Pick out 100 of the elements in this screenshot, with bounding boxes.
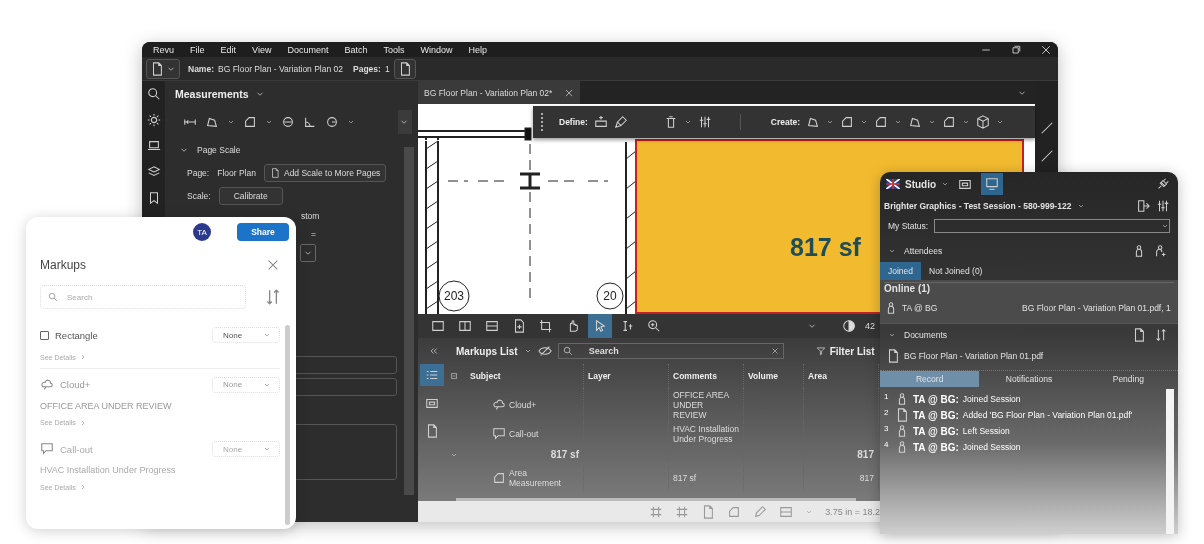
add-document-icon[interactable] [1132,328,1146,342]
scrollbar[interactable] [1166,389,1174,534]
file-menu-button[interactable] [146,58,180,79]
add-person-icon[interactable] [1154,244,1168,258]
diameter-tool-icon[interactable] [281,115,295,129]
caret-icon[interactable] [962,118,971,126]
panel-title[interactable]: Measurements [175,88,249,100]
filter-button[interactable]: Filter List [809,344,881,358]
caret-icon[interactable] [996,118,1005,126]
section-title: Page Scale [197,145,241,155]
menu-item[interactable]: View [247,44,283,55]
record-tab[interactable]: Pending [1078,371,1178,387]
close-icon[interactable] [564,87,575,98]
line-tool-icon[interactable] [1039,149,1054,163]
laptop-icon[interactable] [146,139,161,153]
polyline-tool-icon[interactable] [205,115,219,129]
add-scale-button[interactable]: Add Scale to More Pages [263,164,387,182]
column-header[interactable]: Layer [584,364,669,389]
sort-icon[interactable] [264,288,282,306]
plug-icon[interactable] [1156,177,1170,191]
caret-icon[interactable] [683,118,692,126]
caret-icon[interactable] [860,118,869,126]
polyline-tool-icon[interactable] [908,115,923,129]
search-field[interactable]: Search [557,343,784,360]
pointer-icon[interactable] [588,314,612,339]
panel-title[interactable]: Markups List [456,345,518,357]
caret-icon[interactable] [1077,202,1086,210]
studio-title[interactable]: Studio [905,178,937,190]
menu-item[interactable]: Batch [339,44,379,55]
plan-tool-icon[interactable] [806,115,821,129]
caret-icon[interactable] [826,118,835,126]
search-icon [48,292,58,302]
share-button[interactable]: Share [237,223,289,241]
sort-icon[interactable] [1154,328,1168,342]
clear-icon[interactable] [770,347,779,356]
session-title[interactable]: Brighter Graphics - Test Session - 580-999-122 [884,201,1072,211]
define-label: Define: [559,117,588,127]
restore-icon[interactable] [1010,43,1022,56]
attendee-tab[interactable]: Not Joined (0) [921,262,991,280]
menu-item[interactable]: File [185,44,216,55]
area-label: 817 sf [790,233,861,261]
caret-icon[interactable] [888,331,896,339]
sliders-icon[interactable] [697,115,712,129]
area-tool-icon[interactable] [874,115,889,129]
monitor-icon [985,177,1000,191]
sessions-tab[interactable] [981,173,1004,195]
menu-item[interactable]: Edit [215,44,248,55]
caret-icon[interactable] [888,247,896,255]
caret-icon[interactable] [894,118,903,126]
sliders-icon[interactable] [1156,199,1170,213]
cutout-tool-icon[interactable] [942,115,957,129]
collapse-all-icon[interactable] [450,372,458,381]
status-dropdown[interactable] [934,219,1170,233]
column-header[interactable]: Area [804,364,879,389]
menu-item[interactable]: Help [463,44,498,55]
record-tab[interactable]: Notifications [979,371,1079,387]
document-tab[interactable]: BG Floor Plan - Variation Plan 02* [418,81,581,104]
caret-icon[interactable] [928,118,937,126]
tab-icon [425,396,439,411]
layers-icon[interactable] [146,165,161,179]
document-name[interactable]: BG Floor Plan - Variation Plan 01.pdf [904,351,1044,361]
menu-item[interactable]: Tools [378,44,416,55]
scrollbar[interactable] [285,325,290,525]
add-space-icon[interactable] [593,115,608,129]
cube-tool-icon[interactable] [976,115,991,129]
attendee-tab[interactable]: Joined [880,262,922,280]
settings-icon[interactable] [146,113,161,127]
close-icon[interactable] [1040,43,1052,56]
menu-item[interactable]: Document [282,44,340,55]
angle-tool-icon[interactable] [303,115,317,129]
area-tool-icon[interactable] [243,115,257,129]
dropdown[interactable] [300,244,316,262]
caret-icon[interactable] [347,118,355,126]
circle-tool-icon[interactable] [325,115,339,129]
caret-icon[interactable] [941,180,950,188]
attendee-document: BG Floor Plan - Variation Plan 01.pdf, 1 [1022,303,1171,313]
avatar[interactable]: TA [193,223,211,241]
column-header[interactable]: Subject [466,364,584,389]
calibrate-button[interactable]: Calibrate [218,187,283,205]
caret-icon[interactable] [265,118,273,126]
caret-icon[interactable] [227,118,235,126]
column-header[interactable]: Volume [744,364,804,389]
line-tool-icon[interactable] [1039,121,1054,135]
attendee-name[interactable]: TA @ BG [902,303,1018,313]
brush-icon[interactable] [613,115,628,129]
search-icon[interactable] [146,87,161,101]
collapse-icon[interactable] [428,346,438,357]
list-icon[interactable] [420,364,444,387]
menu-item[interactable]: Revu [148,44,185,55]
menu-item[interactable]: Window [415,44,464,55]
shape-tool-icon[interactable] [840,115,855,129]
scrollbar[interactable] [404,147,414,495]
checkbox[interactable] [40,330,49,340]
new-document-button[interactable] [393,58,416,79]
name-label: Name: [188,63,214,74]
contrast-icon[interactable] [842,319,856,334]
page-value: Floor Plan [217,168,256,178]
column-header[interactable]: Comments [669,364,744,389]
exit-icon[interactable] [1136,199,1150,213]
scrollbar[interactable] [456,498,856,502]
